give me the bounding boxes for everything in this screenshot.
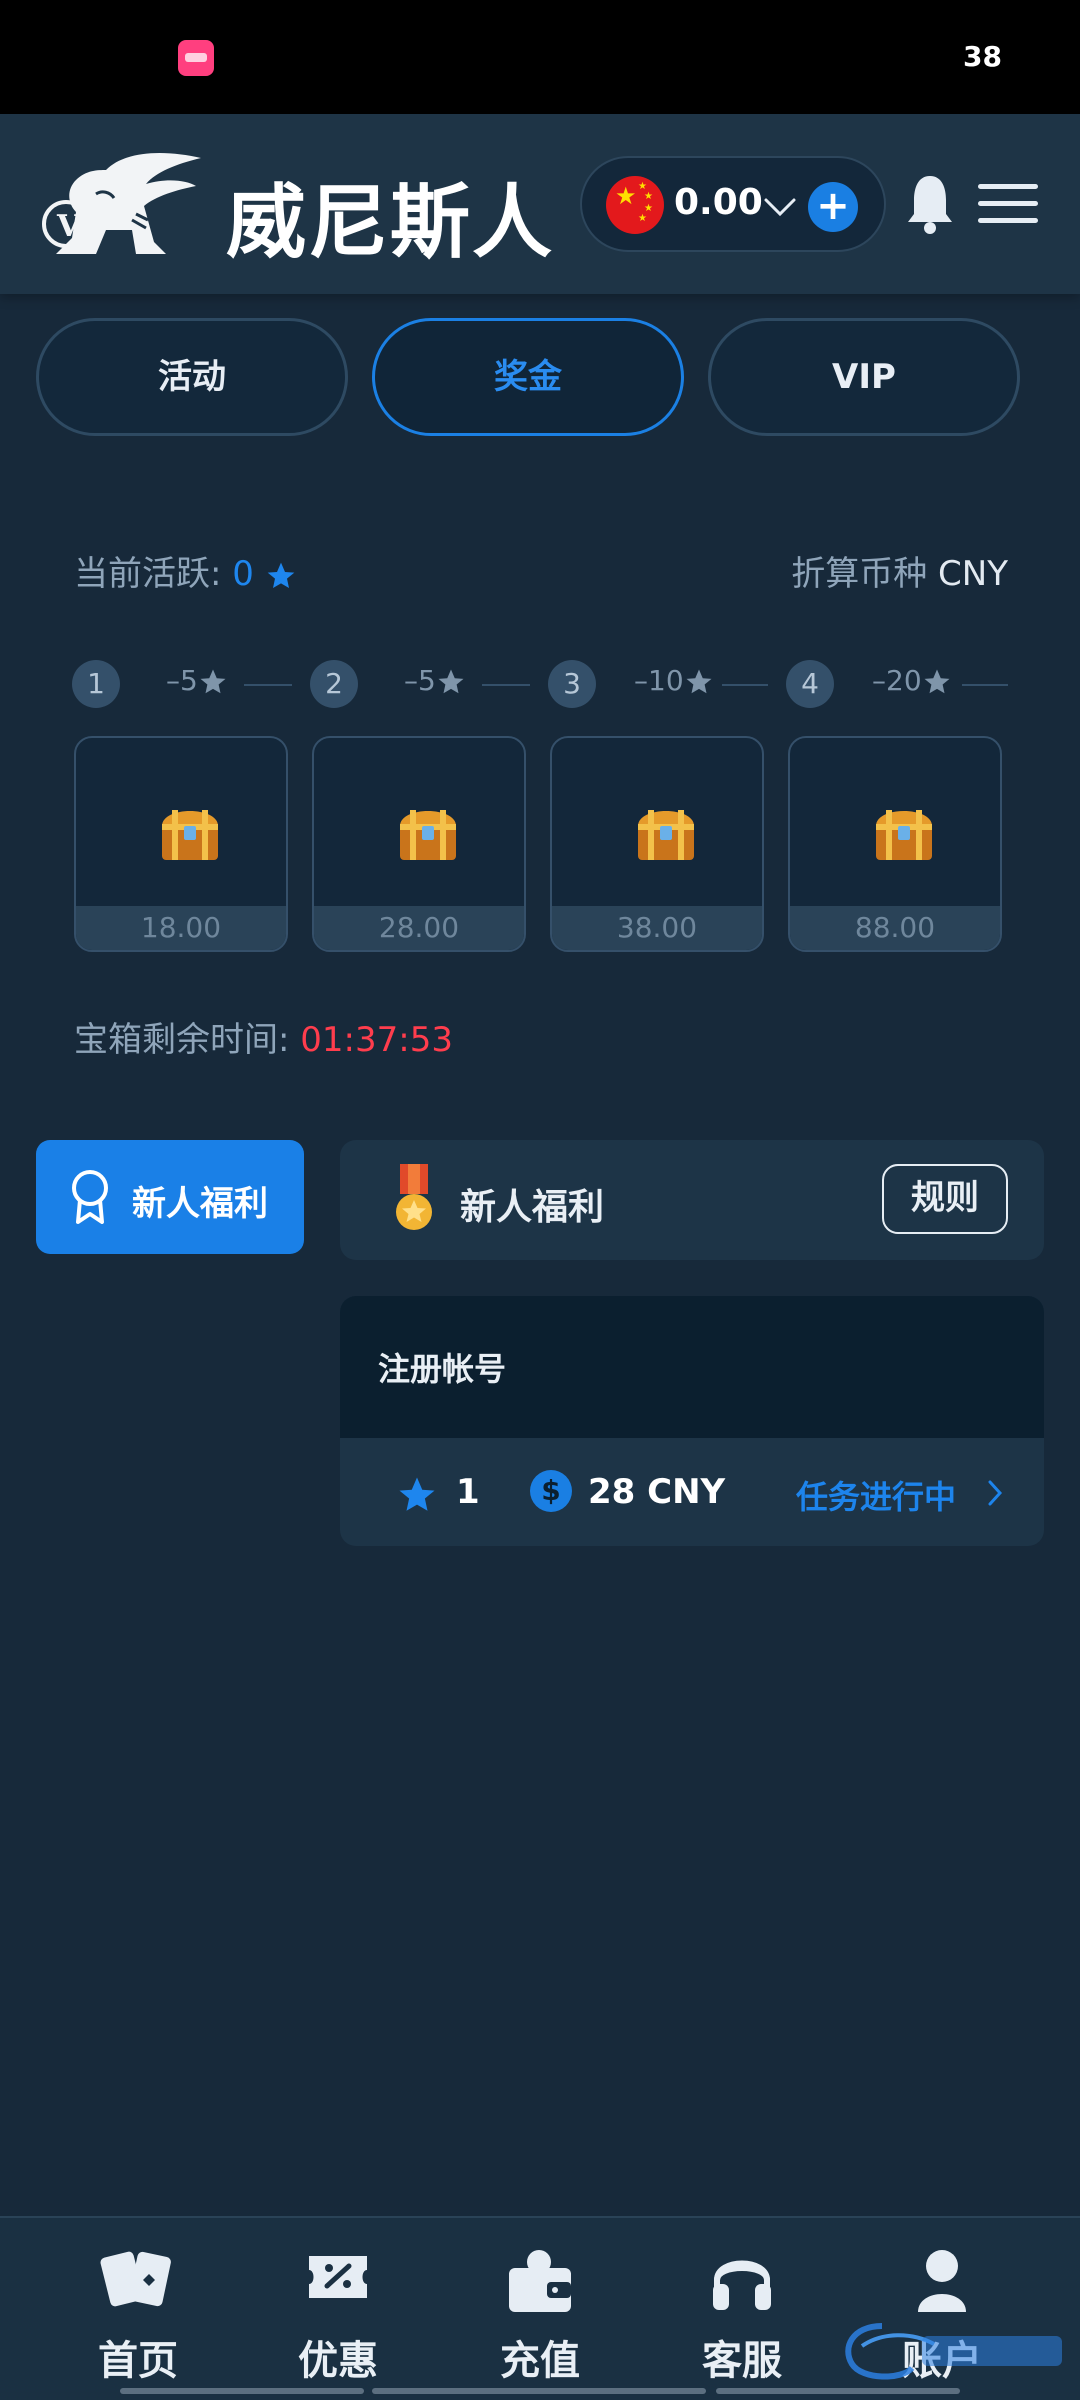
currency-label: 折算币种	[791, 554, 928, 594]
treasure-chest-card[interactable]: 38.00	[550, 736, 764, 952]
activity-value: 0	[232, 554, 254, 594]
activity-label: 当前活跃:	[74, 554, 222, 594]
treasure-chest-icon	[638, 810, 694, 860]
app-header: V 威尼斯人 ★ ★ ★ ★ ★ 0.00 +	[0, 114, 1080, 294]
bell-icon[interactable]	[906, 172, 954, 234]
step-number: 3	[548, 660, 596, 708]
chest-timer: 宝箱剩余时间: 01:37:53	[74, 1012, 453, 1061]
tab-bonus[interactable]: 奖金	[372, 318, 684, 436]
task-name: 注册帐号	[378, 1350, 507, 1388]
treasure-chest-icon	[876, 810, 932, 860]
sidebar-item-label: 新人福利	[132, 1184, 268, 1224]
status-indicator: 38	[963, 40, 1002, 73]
task-header: 注册帐号	[340, 1296, 1044, 1438]
star-icon	[686, 669, 712, 694]
star-icon	[438, 669, 464, 694]
user-icon	[918, 2250, 966, 2312]
step-cost-value: –5	[404, 664, 436, 697]
nav-support[interactable]: 客服	[662, 2218, 822, 2400]
watermark-logo	[845, 2323, 1062, 2380]
coin-icon: $	[530, 1470, 572, 1512]
china-flag-icon: ★ ★ ★ ★ ★	[606, 176, 664, 234]
chest-amount: 28.00	[314, 906, 524, 950]
nav-underline	[372, 2388, 706, 2394]
rules-button[interactable]: 规则	[882, 1164, 1008, 1234]
step-cost: –5	[166, 664, 228, 697]
treasure-chest-icon	[162, 810, 218, 860]
wallet-icon	[509, 2250, 571, 2312]
step-cost: –10	[634, 664, 714, 697]
chest-amount: 18.00	[76, 906, 286, 950]
headset-icon	[713, 2260, 771, 2310]
nav-home[interactable]: 首页	[58, 2218, 218, 2400]
currency-value: CNY	[938, 554, 1008, 594]
balance-amount: 0.00	[674, 182, 763, 223]
nav-promotions[interactable]: 优惠	[258, 2218, 418, 2400]
nav-label: 客服	[702, 2338, 782, 2384]
balance-pill[interactable]: ★ ★ ★ ★ ★ 0.00 +	[580, 156, 886, 252]
step-cost-value: –10	[634, 664, 684, 697]
treasure-chest-card[interactable]: 88.00	[788, 736, 1002, 952]
star-icon	[200, 669, 226, 694]
task-footer: 1 $ 28 CNY 任务进行中	[340, 1438, 1044, 1546]
task-status[interactable]: 任务进行中	[796, 1472, 956, 1518]
activity-star-icon	[399, 1477, 435, 1511]
medal-icon	[396, 1164, 432, 1230]
activity-star-icon	[267, 562, 295, 588]
step-number: 4	[786, 660, 834, 708]
venetian-lion-logo[interactable]: V	[36, 150, 206, 260]
chest-amount: 38.00	[552, 906, 762, 950]
star-icon	[924, 669, 950, 694]
step-cost: –5	[404, 664, 466, 697]
welfare-header: 新人福利 规则	[340, 1140, 1044, 1260]
nav-label: 优惠	[298, 2338, 378, 2384]
svg-text:V: V	[56, 209, 81, 244]
chevron-right-icon[interactable]	[984, 1476, 1006, 1510]
nav-label: 首页	[98, 2338, 178, 2384]
step-cost-value: –5	[166, 664, 198, 697]
brand-name: 威尼斯人	[226, 175, 554, 269]
task-points: 1	[456, 1472, 480, 1512]
nav-deposit[interactable]: 充值	[460, 2218, 620, 2400]
app-notification-icon	[178, 40, 214, 76]
treasure-chest-card[interactable]: 18.00	[74, 736, 288, 952]
current-activity: 当前活跃: 0	[74, 546, 297, 595]
step-connector	[962, 684, 1008, 686]
step-connector	[244, 684, 292, 686]
tab-vip[interactable]: VIP	[708, 318, 1020, 436]
cards-icon	[100, 2251, 171, 2307]
nav-underline	[120, 2388, 364, 2394]
treasure-chest-card[interactable]: 28.00	[312, 736, 526, 952]
step-cost: –20	[872, 664, 952, 697]
timer-label: 宝箱剩余时间:	[74, 1020, 290, 1060]
task-card[interactable]: 注册帐号 1 $ 28 CNY 任务进行中	[340, 1296, 1044, 1546]
hamburger-menu-icon[interactable]	[978, 184, 1038, 224]
timer-value: 01:37:53	[300, 1020, 453, 1060]
chevron-down-icon[interactable]	[762, 180, 798, 230]
step-cost-value: –20	[872, 664, 922, 697]
conversion-currency: 折算币种 CNY	[791, 546, 1008, 595]
task-reward: 28 CNY	[588, 1472, 726, 1512]
sidebar-item-newcomer-welfare[interactable]: 新人福利	[36, 1140, 304, 1254]
coupon-icon	[309, 2256, 367, 2298]
nav-label: 充值	[500, 2338, 580, 2384]
nav-underline	[716, 2388, 960, 2394]
treasure-chest-icon	[400, 810, 456, 860]
step-connector	[482, 684, 530, 686]
welfare-title: 新人福利	[460, 1187, 605, 1228]
award-ribbon-icon	[72, 1170, 108, 1224]
status-bar: 38	[0, 0, 1080, 114]
step-connector	[722, 684, 768, 686]
step-number: 1	[72, 660, 120, 708]
chest-amount: 88.00	[790, 906, 1000, 950]
tab-activity[interactable]: 活动	[36, 318, 348, 436]
deposit-plus-button[interactable]: +	[808, 182, 858, 232]
step-number: 2	[310, 660, 358, 708]
